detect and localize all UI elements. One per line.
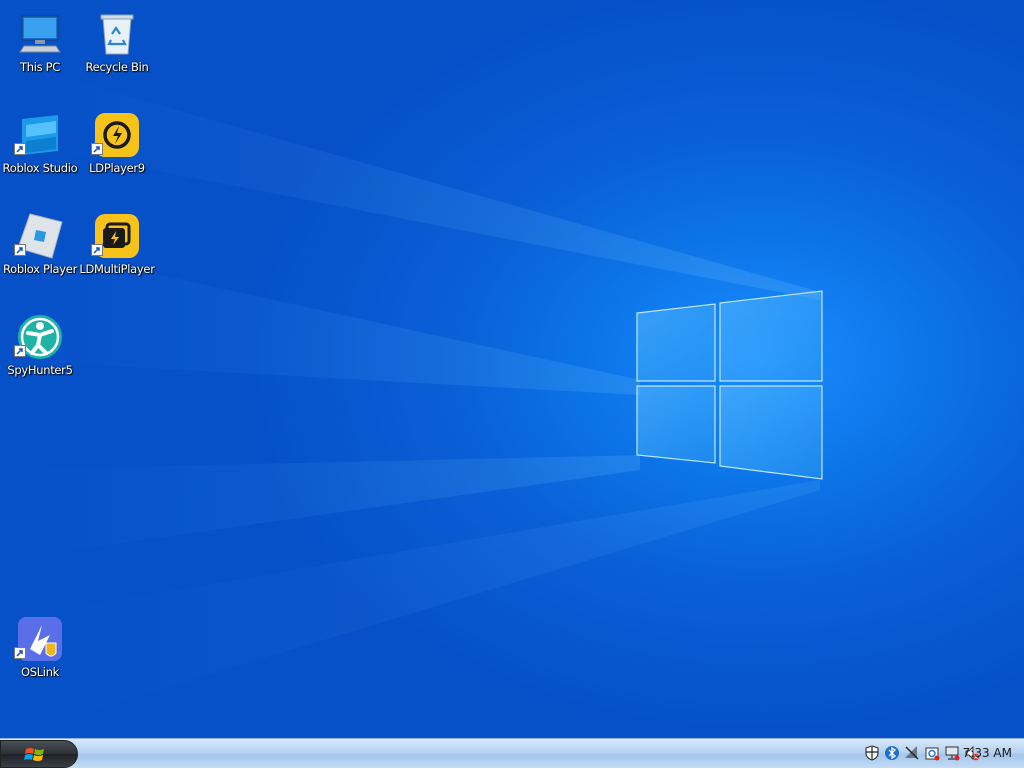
desktop-icon-label: This PC (19, 60, 61, 74)
system-tray: 7:33 AM (834, 739, 1024, 769)
desktop-icon-label: Recycle Bin (85, 60, 149, 74)
desktop-icon-oslink[interactable]: OSLink (0, 609, 80, 689)
shortcut-arrow-icon (14, 345, 26, 357)
shortcut-arrow-icon (91, 143, 103, 155)
shortcut-arrow-icon (14, 143, 26, 155)
shortcut-arrow-icon (14, 647, 26, 659)
shortcut-arrow-icon (14, 244, 26, 256)
desktop-icon-roblox-player[interactable]: Roblox Player (0, 206, 80, 286)
desktop-icon-label: Roblox Studio (2, 161, 78, 175)
clock[interactable]: 7:33 AM (963, 746, 1012, 760)
bluetooth-icon[interactable] (884, 745, 900, 761)
desktop-icon-ldmultiplayer[interactable]: LDMultiPlayer (77, 206, 157, 286)
desktop-icon-label: LDPlayer9 (89, 161, 145, 175)
network-disconnected-icon[interactable] (904, 745, 920, 761)
desktop[interactable]: This PC Recycle Bin Roblox Studio LDPlay… (0, 0, 1024, 738)
desktop-icon-recycle-bin[interactable]: Recycle Bin (77, 4, 157, 84)
desktop-icon-label: OSLink (20, 665, 60, 679)
windows-logo (636, 290, 823, 480)
shortcut-arrow-icon (91, 244, 103, 256)
desktop-icon-this-pc[interactable]: This PC (0, 4, 80, 84)
taskbar: 7:33 AM (0, 738, 1024, 768)
desktop-icon-ldplayer9[interactable]: LDPlayer9 (77, 105, 157, 185)
desktop-icon-label: SpyHunter5 (7, 363, 73, 377)
network-icon[interactable] (944, 745, 960, 761)
security-shield-icon[interactable] (864, 745, 880, 761)
start-button[interactable] (0, 740, 78, 768)
desktop-icon-label: LDMultiPlayer (79, 262, 155, 276)
desktop-icon-label: Roblox Player (2, 262, 78, 276)
power-icon[interactable] (924, 745, 940, 761)
windows-orb-icon (24, 748, 44, 761)
recycle-bin-icon (100, 14, 134, 55)
desktop-icon-roblox-studio[interactable]: Roblox Studio (0, 105, 80, 185)
computer-icon (19, 15, 61, 53)
desktop-icon-spyhunter5[interactable]: SpyHunter5 (0, 307, 80, 387)
